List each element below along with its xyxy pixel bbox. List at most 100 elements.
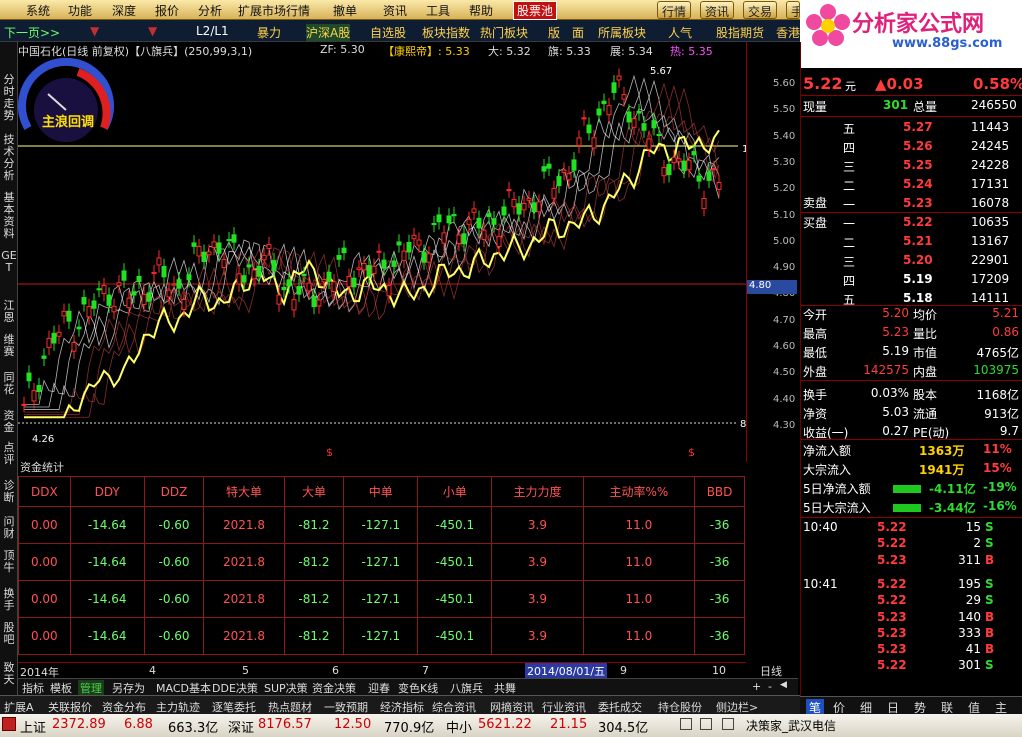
sidebar-item[interactable]: 诊断: [1, 480, 17, 504]
menu-tools[interactable]: 工具: [426, 2, 450, 19]
sidebar-item[interactable]: 同花: [1, 372, 17, 396]
indicator-tab[interactable]: 资金决策: [310, 680, 358, 696]
candle: [261, 254, 267, 261]
menu-system[interactable]: 系统: [26, 2, 50, 19]
info-tab[interactable]: 热点题材: [266, 699, 314, 715]
tab-shsz-a[interactable]: 沪深A股: [306, 24, 351, 41]
news-button[interactable]: 资讯: [700, 1, 735, 19]
indicator-tab[interactable]: 共舞: [492, 680, 518, 696]
stat-value: 0.03%: [870, 386, 909, 400]
menu-function[interactable]: 功能: [68, 2, 92, 19]
info-tab[interactable]: 资金分布: [100, 699, 148, 715]
candle: [361, 262, 367, 271]
indicator-tab[interactable]: 变色K线: [396, 680, 440, 696]
menu-depth[interactable]: 深度: [112, 2, 136, 19]
candle: [106, 294, 112, 306]
info-tab[interactable]: 网摘资讯: [488, 699, 536, 715]
info-tab[interactable]: 综合资讯: [430, 699, 478, 715]
candle: [151, 271, 157, 275]
candle: [286, 279, 292, 287]
info-tabs: 扩展A 关联报价 资金分布 主力轨迹 逐笔委托 热点题材 一致预期 经济指标 综合资讯 网摘资讯行…: [0, 695, 800, 714]
menu-quote[interactable]: 报价: [155, 2, 179, 19]
indicator-tab[interactable]: MACD基本: [154, 680, 213, 696]
info-tab[interactable]: 持仓股份: [656, 699, 704, 715]
sidebar-item[interactable]: 股吧: [1, 622, 17, 646]
info-tab[interactable]: 主力轨迹: [154, 699, 202, 715]
trade-button[interactable]: 交易: [743, 1, 778, 19]
tab-layout[interactable]: 版 面: [548, 24, 584, 41]
checkbox-icon[interactable]: [700, 718, 712, 730]
column-header[interactable]: DDY: [69, 476, 145, 507]
indicator-tab[interactable]: SUP决策: [262, 680, 310, 696]
mobile-button[interactable]: 手机证: [786, 1, 800, 19]
tab-index-futures[interactable]: 股指期货: [716, 24, 764, 41]
menu-help[interactable]: 帮助: [469, 2, 493, 19]
tab-violence[interactable]: 暴力: [257, 24, 281, 41]
sidebar-item[interactable]: 技术分析: [1, 134, 17, 182]
menu-stock-pool[interactable]: 股票池: [513, 1, 558, 20]
column-header[interactable]: DDX: [18, 476, 71, 507]
column-header[interactable]: 大单: [283, 476, 345, 507]
sidebar-item[interactable]: 问财: [1, 516, 17, 540]
tab-sector-index[interactable]: 板块指数: [422, 24, 470, 41]
plus-icon[interactable]: +: [752, 680, 761, 693]
sidebar-item[interactable]: 资金: [1, 410, 17, 434]
info-tab[interactable]: 扩展A: [2, 699, 36, 715]
scroll-left-icon[interactable]: ◀: [780, 680, 787, 690]
info-tab[interactable]: 逐笔委托: [210, 699, 258, 715]
next-page-button[interactable]: 下一页>>: [4, 24, 60, 41]
sidebar-item[interactable]: 点评: [1, 442, 17, 466]
indicator-tab[interactable]: 模板: [48, 680, 74, 696]
checkbox-icon[interactable]: [722, 718, 734, 730]
column-header[interactable]: DDZ: [143, 476, 205, 507]
quote-button[interactable]: 行情: [657, 1, 692, 19]
info-tab[interactable]: 一致预期: [322, 699, 370, 715]
sidebar-item[interactable]: 致天: [1, 662, 17, 686]
tab-hot-sectors[interactable]: 热门板块: [480, 24, 528, 41]
l2-toggle[interactable]: L2/L1: [196, 24, 229, 38]
column-header[interactable]: 中单: [343, 476, 419, 507]
column-header[interactable]: 主动率%%: [582, 476, 696, 507]
sidebar-item[interactable]: 顶牛: [1, 550, 17, 574]
stat-value: 5.23: [882, 325, 909, 339]
column-header[interactable]: 特大单: [203, 476, 285, 507]
stat-value: 5.21: [992, 306, 1019, 320]
sidebar-item[interactable]: 江恩: [1, 300, 17, 324]
info-tab[interactable]: 行业资讯: [540, 699, 588, 715]
dropdown-arrow-icon[interactable]: ▼: [90, 24, 99, 38]
indicator-tab[interactable]: 迎春: [366, 680, 392, 696]
dropdown-arrow-icon[interactable]: ▼: [148, 24, 157, 38]
candle: [86, 306, 92, 318]
sidebar-item[interactable]: 维赛: [1, 334, 17, 358]
sidebar-item[interactable]: 换手: [1, 588, 17, 612]
indicator-tab[interactable]: 管理: [78, 680, 104, 696]
indicator-tab[interactable]: DDE决策: [210, 680, 260, 696]
indicator-tab[interactable]: 另存为: [110, 680, 147, 696]
menu-analysis[interactable]: 分析: [198, 2, 222, 19]
sidebar-item[interactable]: 基本资料: [1, 192, 17, 240]
candle: [531, 202, 537, 213]
sidebar-item[interactable]: GET: [1, 250, 17, 274]
column-header[interactable]: 主力力度: [491, 476, 584, 507]
column-header[interactable]: BBD: [694, 476, 745, 507]
tab-watchlist[interactable]: 自选股: [370, 24, 406, 41]
info-tab[interactable]: 经济指标: [378, 699, 426, 715]
price-pct: 0.58%: [973, 75, 1022, 93]
menu-news[interactable]: 资讯: [383, 2, 407, 19]
info-tab[interactable]: 关联报价: [46, 699, 94, 715]
tab-hk-index[interactable]: 香港指数: [776, 24, 800, 41]
tab-belong-sector[interactable]: 所属板块: [598, 24, 646, 41]
sidebar-item[interactable]: 分时走势: [1, 74, 17, 122]
minus-icon[interactable]: -: [768, 680, 772, 693]
info-tab[interactable]: 委托成交: [596, 699, 644, 715]
indicator-tab[interactable]: 八旗兵: [448, 680, 485, 696]
period-label[interactable]: 日线: [760, 663, 782, 679]
checkbox-icon[interactable]: [680, 718, 692, 730]
indicator-tab[interactable]: 指标: [20, 680, 46, 696]
menu-extended-market[interactable]: 扩展市场行情: [238, 2, 310, 19]
kline-chart[interactable]: 主浪回调 5.67 4.26 1 8 $ $: [18, 58, 746, 456]
tab-popularity[interactable]: 人气: [668, 24, 692, 41]
column-header[interactable]: 小单: [417, 476, 493, 507]
info-tab[interactable]: 侧边栏>: [714, 699, 760, 715]
menu-cancel-order[interactable]: 撤单: [333, 2, 357, 19]
